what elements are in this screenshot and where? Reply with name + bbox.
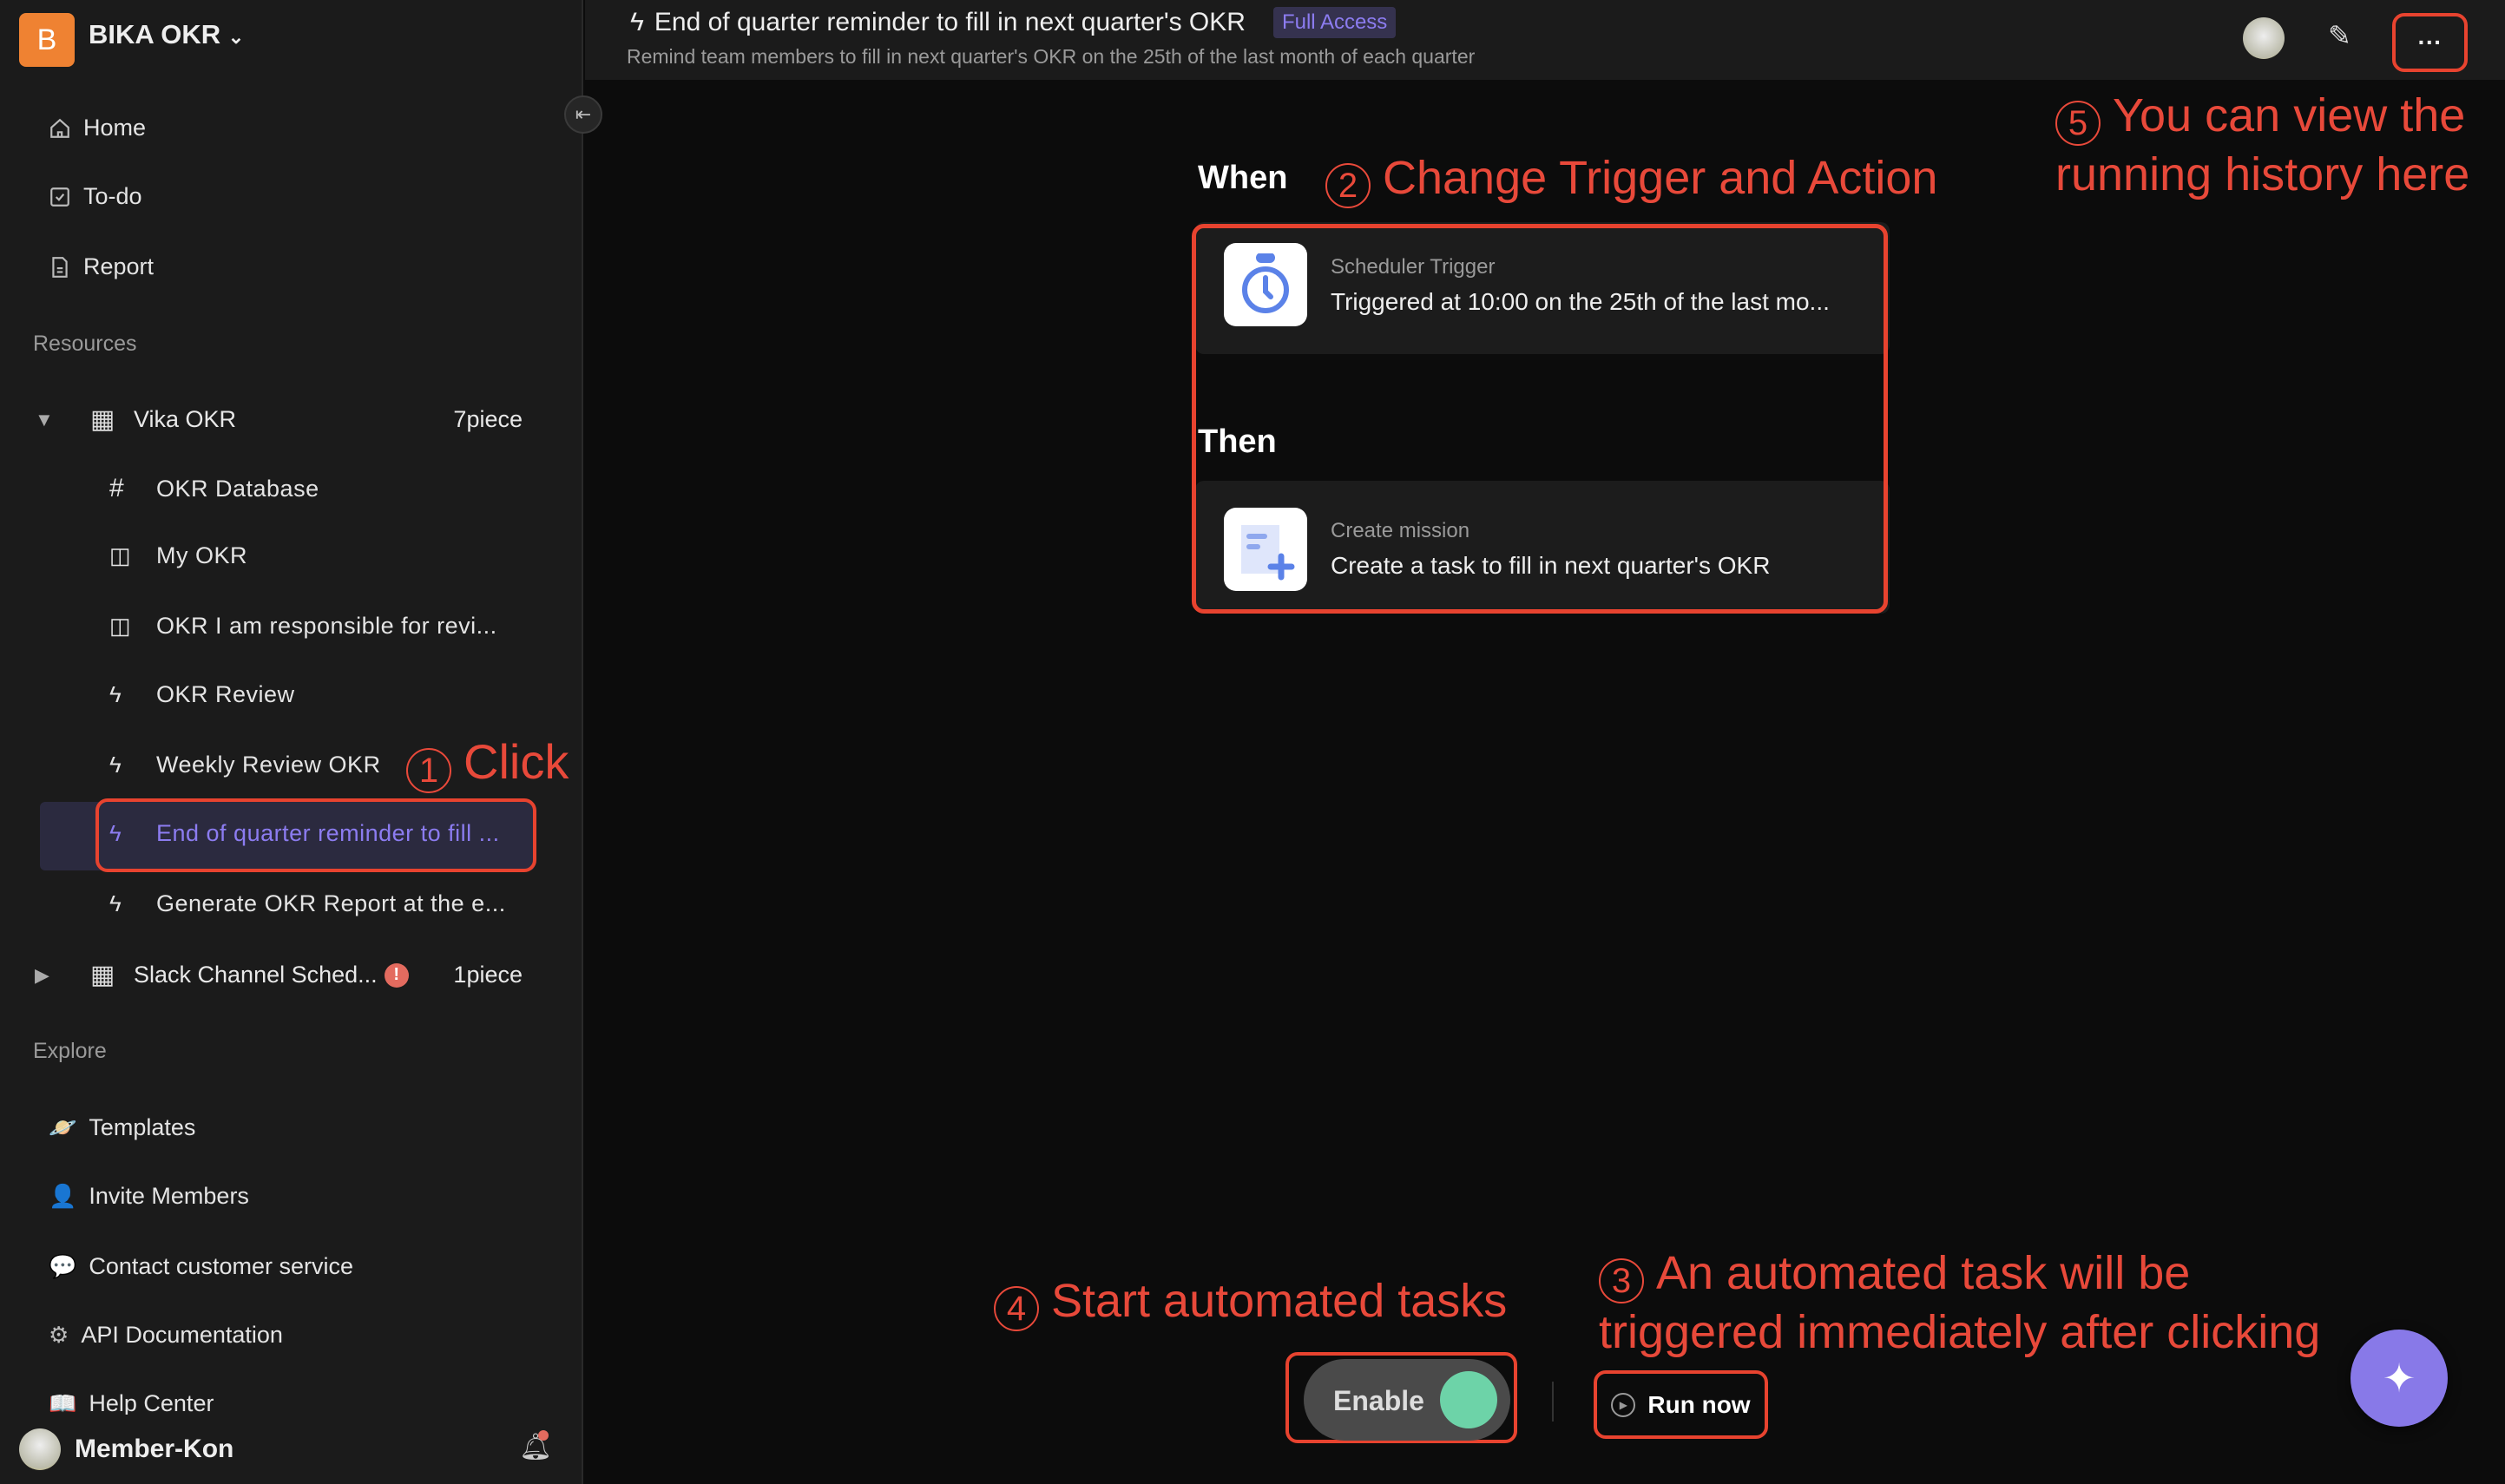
- tree-item[interactable]: ϟ Generate OKR Report at the e...: [109, 890, 506, 917]
- nav-templates[interactable]: 🪐 Templates: [49, 1114, 195, 1141]
- annotation-text: Click: [464, 734, 569, 789]
- when-heading: When: [1198, 160, 1288, 196]
- annotation-3-line2: triggered immediately after clicking: [1599, 1306, 2321, 1358]
- nav-home[interactable]: Home: [49, 115, 146, 141]
- plug-icon: ⚙: [49, 1322, 69, 1348]
- nav-invite-members[interactable]: 👤 Invite Members: [49, 1183, 249, 1210]
- annotation-1: 1 Click: [406, 738, 569, 793]
- collapse-sidebar-button[interactable]: ⇤: [564, 95, 602, 134]
- annotation-text: An automated task will be: [1656, 1247, 2191, 1299]
- run-now-button[interactable]: ▶ Run now: [1594, 1370, 1768, 1439]
- annotation-number: 3: [1599, 1258, 1644, 1303]
- annotation-text: Change Trigger and Action: [1383, 152, 1938, 204]
- notification-dot: [538, 1430, 549, 1441]
- workspace-name: BIKA OKR: [89, 19, 221, 49]
- access-badge: Full Access: [1272, 7, 1397, 38]
- bolt-icon: ϟ: [630, 8, 644, 36]
- annotation-4: 4 Start automated tasks: [994, 1277, 1507, 1331]
- workspace-logo[interactable]: B: [19, 13, 75, 67]
- bolt-icon: ϟ: [109, 820, 122, 846]
- tree-item[interactable]: ◫ My OKR: [109, 542, 247, 569]
- tree-item[interactable]: ◫ OKR I am responsible for revi...: [109, 613, 497, 640]
- sparkle-icon: ✦: [2382, 1356, 2416, 1401]
- resources-heading: Resources: [33, 332, 137, 356]
- folder-vika-okr[interactable]: ▼ ▦ Vika OKR 7piece: [35, 404, 523, 435]
- bolt-icon: ϟ: [109, 752, 122, 778]
- folder-name: Slack Channel Sched...: [134, 962, 378, 988]
- document-icon: [52, 256, 68, 278]
- explore-heading: Explore: [33, 1039, 107, 1063]
- annotation-box-2: [1192, 224, 1888, 614]
- grid-icon: ▦: [90, 405, 115, 434]
- annotation-5: 5 You can view the: [2055, 92, 2465, 146]
- nav-todo[interactable]: To-do: [49, 183, 142, 210]
- workspace-switcher[interactable]: BIKA OKR ⌄: [89, 19, 244, 50]
- user-avatar[interactable]: [19, 1428, 61, 1470]
- chat-icon: 💬: [49, 1253, 77, 1279]
- kanban-icon: ◫: [109, 613, 132, 639]
- tree-item[interactable]: ϟ OKR Review: [109, 681, 295, 708]
- header: ϟ End of quarter reminder to fill in nex…: [585, 0, 2505, 80]
- grid-icon: ▦: [90, 961, 115, 989]
- annotation-number: 2: [1325, 163, 1371, 208]
- error-badge: !: [384, 962, 409, 988]
- book-icon: 📖: [49, 1390, 77, 1416]
- caret-right-icon[interactable]: ▶: [35, 964, 90, 987]
- annotation-2: 2 Change Trigger and Action: [1325, 154, 1937, 208]
- collapse-icon: ⇤: [575, 103, 592, 125]
- ai-assistant-button[interactable]: ✦: [2350, 1330, 2448, 1427]
- annotation-5-line2: running history here: [2055, 148, 2470, 200]
- hash-icon: #: [109, 474, 125, 502]
- enable-label: Enable: [1333, 1385, 1424, 1416]
- sidebar: B BIKA OKR ⌄ Home To-do Report Resources…: [0, 0, 583, 1484]
- tree-item[interactable]: # OKR Database: [109, 474, 319, 503]
- bolt-icon: ϟ: [109, 890, 122, 916]
- nav-label: Report: [83, 253, 155, 279]
- creator-avatar[interactable]: [2243, 17, 2285, 59]
- bolt-icon: ϟ: [109, 681, 122, 707]
- nav-api-docs[interactable]: ⚙ API Documentation: [49, 1322, 283, 1349]
- annotation-number: 1: [406, 748, 451, 793]
- enable-toggle[interactable]: Enable: [1304, 1359, 1510, 1441]
- home-icon: [50, 118, 69, 138]
- nav-report[interactable]: Report: [49, 253, 154, 280]
- run-now-label: Run now: [1647, 1390, 1751, 1418]
- divider: [1552, 1382, 1554, 1422]
- chevron-down-icon: ⌄: [227, 26, 245, 48]
- planet-icon: 🪐: [49, 1114, 77, 1140]
- tree-item-selected[interactable]: ϟ End of quarter reminder to fill ...: [109, 820, 500, 847]
- user-name[interactable]: Member-Kon: [75, 1435, 233, 1464]
- nav-help-center[interactable]: 📖 Help Center: [49, 1390, 214, 1416]
- more-menu-button[interactable]: ···: [2392, 13, 2468, 72]
- page-title: End of quarter reminder to fill in next …: [654, 8, 1246, 36]
- folder-slack[interactable]: ▶ ▦ Slack Channel Sched... ! 1piece: [35, 960, 523, 990]
- edit-pencil-icon[interactable]: ✎: [2328, 19, 2351, 52]
- nav-label: Home: [83, 115, 147, 141]
- toggle-knob: [1440, 1371, 1497, 1428]
- checkbox-icon: [50, 187, 69, 207]
- folder-count: 7piece: [453, 406, 523, 432]
- nav-contact[interactable]: 💬 Contact customer service: [49, 1253, 353, 1280]
- page-subtitle: Remind team members to fill in next quar…: [627, 45, 1476, 68]
- annotation-text: Start automated tasks: [1051, 1275, 1508, 1327]
- folder-count: 1piece: [453, 962, 523, 988]
- caret-down-icon[interactable]: ▼: [35, 409, 90, 431]
- tree-item[interactable]: ϟ Weekly Review OKR: [109, 752, 381, 778]
- annotation-3: 3 An automated task will be: [1599, 1250, 2190, 1303]
- user-plus-icon: 👤: [49, 1183, 77, 1209]
- annotation-text: You can view the: [2113, 89, 2466, 141]
- play-circle-icon: ▶: [1611, 1392, 1636, 1417]
- annotation-number: 4: [994, 1286, 1039, 1331]
- nav-label: To-do: [83, 183, 142, 209]
- folder-name: Vika OKR: [134, 406, 237, 432]
- annotation-number: 5: [2055, 101, 2101, 146]
- kanban-icon: ◫: [109, 542, 132, 568]
